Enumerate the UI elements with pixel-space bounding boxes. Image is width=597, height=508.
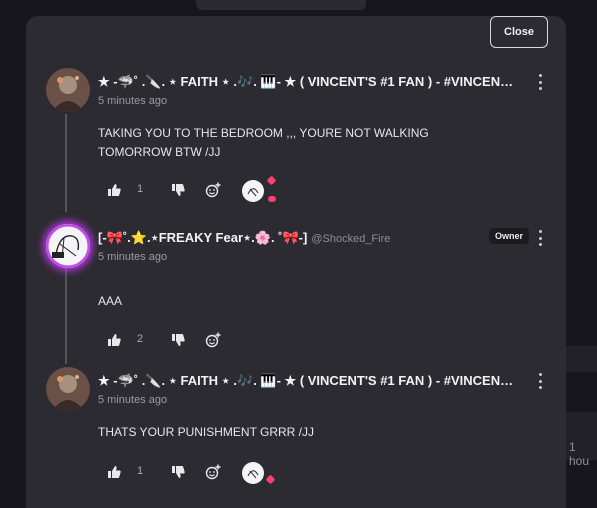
thumbs-up-icon [107,466,121,478]
comment-author[interactable]: ★ -🦈˚ .🔪. ⋆ FAITH ⋆ .🎶. 🎹- ★ ( VINCENT'S… [98,74,518,90]
comments-modal: Close ★ -🦈˚ .🔪. ⋆ FAITH ⋆ .🎶. 🎹- ★ ( VIN… [26,16,566,508]
like-count: 1 [137,183,144,195]
comment-timestamp: 5 minutes ago [98,394,168,406]
more-options-icon[interactable] [534,74,546,90]
like-button[interactable] [106,462,122,482]
creator-heart-avatar [242,180,264,202]
user-avatar[interactable] [46,68,90,112]
comment-actions: 2 [106,330,406,352]
user-avatar[interactable] [46,367,90,411]
dislike-button[interactable] [170,330,186,350]
reply-button[interactable] [204,462,222,482]
heart-icon [268,196,276,202]
more-options-icon[interactable] [534,373,546,389]
comment-item: ★ -🦈˚ .🔪. ⋆ FAITH ⋆ .🎶. 🎹- ★ ( VINCENT'S… [26,367,566,507]
reply-button[interactable] [204,330,222,350]
background-timestamp: 1 hou [569,440,590,468]
comment-timestamp: 5 minutes ago [98,251,168,263]
comment-text: TAKING YOU TO THE BEDROOM ,,, YOURE NOT … [98,126,429,159]
like-button[interactable] [106,180,122,200]
reply-button[interactable] [204,180,222,200]
add-reaction-icon [205,332,221,348]
comment-author[interactable]: [-🎀˚.⭐.⋆FREAKY Fear⋆.🌸. ˚🎀-] @Shocked_Fir… [98,230,478,246]
author-display-name[interactable]: [-🎀˚.⭐.⋆FREAKY Fear⋆.🌸. ˚🎀-] [98,230,307,245]
like-button[interactable] [106,330,122,350]
comment-actions: 1 [106,175,406,202]
thumbs-down-icon [171,466,185,478]
like-count: 2 [137,333,144,345]
author-handle[interactable]: @Shocked_Fire [311,233,390,245]
thumbs-up-icon [107,334,121,346]
background-header [196,0,366,10]
heart-icon [266,175,277,186]
more-options-icon[interactable] [534,230,546,246]
comment-item: [-🎀˚.⭐.⋆FREAKY Fear⋆.🌸. ˚🎀-] @Shocked_Fir… [26,224,566,354]
creator-heart-avatar [242,462,264,484]
owner-badge: Owner [489,228,530,244]
thumbs-up-icon [107,184,121,196]
background-row [566,346,597,372]
comment-text: AAA [98,294,123,308]
thumbs-down-icon [171,334,185,346]
user-avatar[interactable] [46,224,90,268]
dislike-button[interactable] [170,462,186,482]
comment-actions: 1 [106,462,406,485]
thumbs-down-icon [171,184,185,196]
dislike-button[interactable] [170,180,186,200]
close-button[interactable]: Close [490,16,548,48]
comment-author[interactable]: ★ -🦈˚ .🔪. ⋆ FAITH ⋆ .🎶. 🎹- ★ ( VINCENT'S… [98,373,518,389]
like-count: 1 [137,465,144,477]
add-reaction-icon [205,464,221,480]
comment-text: THATS YOUR PUNISHMENT GRRR /JJ [98,425,315,439]
comment-timestamp: 5 minutes ago [98,95,168,107]
comment-item: ★ -🦈˚ .🔪. ⋆ FAITH ⋆ .🎶. 🎹- ★ ( VINCENT'S… [26,68,566,208]
heart-icon [265,474,276,485]
add-reaction-icon [205,182,221,198]
